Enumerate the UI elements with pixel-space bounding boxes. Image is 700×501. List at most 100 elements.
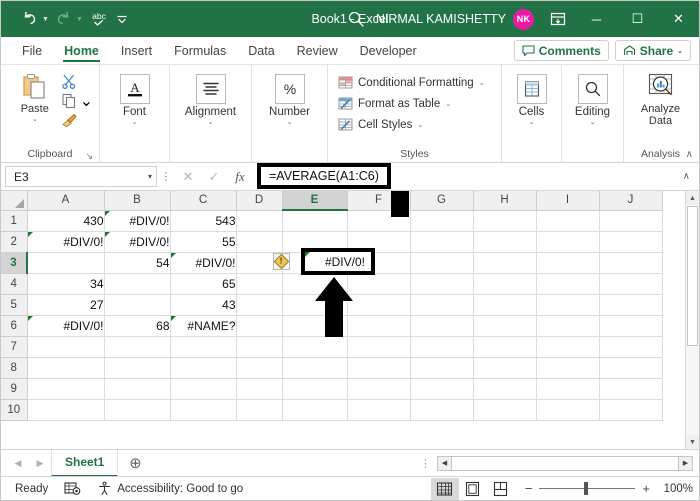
sheet-bar-grip[interactable]: ⋮	[420, 457, 437, 470]
cell-a8[interactable]	[27, 357, 105, 379]
cell-j7[interactable]	[599, 336, 663, 358]
cell-f5[interactable]	[347, 294, 411, 316]
cell-a2[interactable]: #DIV/0!	[27, 231, 105, 253]
column-header-c[interactable]: C	[170, 191, 237, 211]
cell-h5[interactable]	[473, 294, 537, 316]
cell-c9[interactable]	[170, 378, 237, 400]
page-layout-view-button[interactable]	[459, 478, 487, 500]
minimize-button[interactable]: ─	[576, 1, 617, 37]
cell-e8[interactable]	[282, 357, 348, 379]
cell-d9[interactable]	[236, 378, 283, 400]
tab-formulas[interactable]: Formulas	[163, 37, 237, 64]
vertical-scroll-thumb[interactable]	[687, 206, 698, 346]
expand-formula-bar-icon[interactable]: ∧	[683, 171, 695, 182]
cell-g2[interactable]	[410, 231, 474, 253]
cell-f6[interactable]	[347, 315, 411, 337]
number-dropdown-caret[interactable]: ⌄	[287, 118, 293, 128]
formula-input[interactable]: =AVERAGE(A1:C6)	[257, 162, 391, 189]
cell-c7[interactable]	[170, 336, 237, 358]
cell-g7[interactable]	[410, 336, 474, 358]
column-header-j[interactable]: J	[599, 191, 663, 211]
alignment-dropdown-caret[interactable]: ⌄	[208, 118, 214, 128]
share-button[interactable]: Share ⌄	[614, 40, 691, 61]
cell-c6[interactable]: #NAME?	[170, 315, 237, 337]
tab-home[interactable]: Home	[53, 37, 110, 64]
scroll-down-arrow-icon[interactable]: ▼	[685, 435, 699, 449]
row-header-4[interactable]: 4	[1, 273, 28, 295]
scroll-up-arrow-icon[interactable]: ▲	[685, 191, 699, 205]
cell-c5[interactable]: 43	[170, 294, 237, 316]
cell-d2[interactable]	[236, 231, 283, 253]
cell-b8[interactable]	[104, 357, 171, 379]
tab-file[interactable]: File	[11, 37, 53, 64]
cell-h10[interactable]	[473, 399, 537, 421]
editing-button[interactable]: Editing ⌄	[568, 70, 617, 128]
format-as-table-caret[interactable]: ⌄	[445, 100, 451, 108]
cell-b4[interactable]	[104, 273, 171, 295]
cell-g5[interactable]	[410, 294, 474, 316]
customize-qat-icon[interactable]	[112, 6, 132, 32]
accessibility-status[interactable]: Accessibility: Good to go	[89, 481, 251, 496]
redo-dropdown-caret[interactable]: ▼	[75, 16, 86, 23]
cell-i9[interactable]	[536, 378, 600, 400]
row-header-6[interactable]: 6	[1, 315, 28, 337]
row-header-10[interactable]: 10	[1, 399, 28, 421]
cell-a5[interactable]: 27	[27, 294, 105, 316]
cell-g4[interactable]	[410, 273, 474, 295]
cell-h2[interactable]	[473, 231, 537, 253]
cell-i5[interactable]	[536, 294, 600, 316]
name-box[interactable]: E3 ▾	[5, 166, 157, 187]
collapse-ribbon-icon[interactable]: ∧	[686, 149, 693, 160]
column-header-a[interactable]: A	[27, 191, 105, 211]
zoom-in-button[interactable]: +	[642, 481, 650, 496]
column-header-b[interactable]: B	[104, 191, 171, 211]
cell-d10[interactable]	[236, 399, 283, 421]
cell-g6[interactable]	[410, 315, 474, 337]
cell-f10[interactable]	[347, 399, 411, 421]
cell-a1[interactable]: 430	[27, 210, 105, 232]
cell-j10[interactable]	[599, 399, 663, 421]
cell-g3[interactable]	[410, 252, 474, 274]
row-header-3[interactable]: 3	[1, 252, 28, 274]
row-header-8[interactable]: 8	[1, 357, 28, 379]
column-header-d[interactable]: D	[236, 191, 283, 211]
cells-button[interactable]: Cells ⌄	[508, 70, 555, 128]
alignment-button[interactable]: Alignment ⌄	[180, 70, 242, 128]
conditional-formatting-caret[interactable]: ⌄	[479, 79, 485, 87]
cell-j8[interactable]	[599, 357, 663, 379]
paste-button[interactable]: Paste ⌄	[9, 70, 61, 124]
cell-g10[interactable]	[410, 399, 474, 421]
row-header-2[interactable]: 2	[1, 231, 28, 253]
cell-a10[interactable]	[27, 399, 105, 421]
enter-icon[interactable]: ✓	[201, 169, 227, 185]
conditional-formatting-button[interactable]: Conditional Formatting ⌄	[336, 72, 485, 93]
cell-b2[interactable]: #DIV/0!	[104, 231, 171, 253]
row-header-1[interactable]: 1	[1, 210, 28, 232]
cell-e10[interactable]	[282, 399, 348, 421]
cell-i8[interactable]	[536, 357, 600, 379]
tab-insert[interactable]: Insert	[110, 37, 163, 64]
font-dropdown-caret[interactable]: ⌄	[132, 118, 138, 128]
clipboard-dialog-launcher-icon[interactable]: ↘	[85, 148, 93, 164]
cell-i3[interactable]	[536, 252, 600, 274]
cell-h4[interactable]	[473, 273, 537, 295]
cell-i7[interactable]	[536, 336, 600, 358]
cell-j1[interactable]	[599, 210, 663, 232]
cell-j9[interactable]	[599, 378, 663, 400]
spelling-icon[interactable]: abc	[87, 6, 111, 32]
cell-d8[interactable]	[236, 357, 283, 379]
cell-a4[interactable]: 34	[27, 273, 105, 295]
cell-j3[interactable]	[599, 252, 663, 274]
cell-d1[interactable]	[236, 210, 283, 232]
zoom-slider-thumb[interactable]	[584, 482, 589, 495]
cell-a7[interactable]	[27, 336, 105, 358]
name-box-caret-icon[interactable]: ▾	[148, 172, 152, 181]
cell-h3[interactable]	[473, 252, 537, 274]
copy-button[interactable]: ⌄	[61, 92, 93, 110]
ribbon-display-options-icon[interactable]	[540, 11, 576, 27]
cell-c3[interactable]: #DIV/0!	[170, 252, 237, 274]
undo-icon[interactable]	[19, 6, 40, 32]
cell-f4[interactable]	[347, 273, 411, 295]
cell-styles-button[interactable]: Cell Styles ⌄	[336, 114, 423, 135]
cell-a9[interactable]	[27, 378, 105, 400]
